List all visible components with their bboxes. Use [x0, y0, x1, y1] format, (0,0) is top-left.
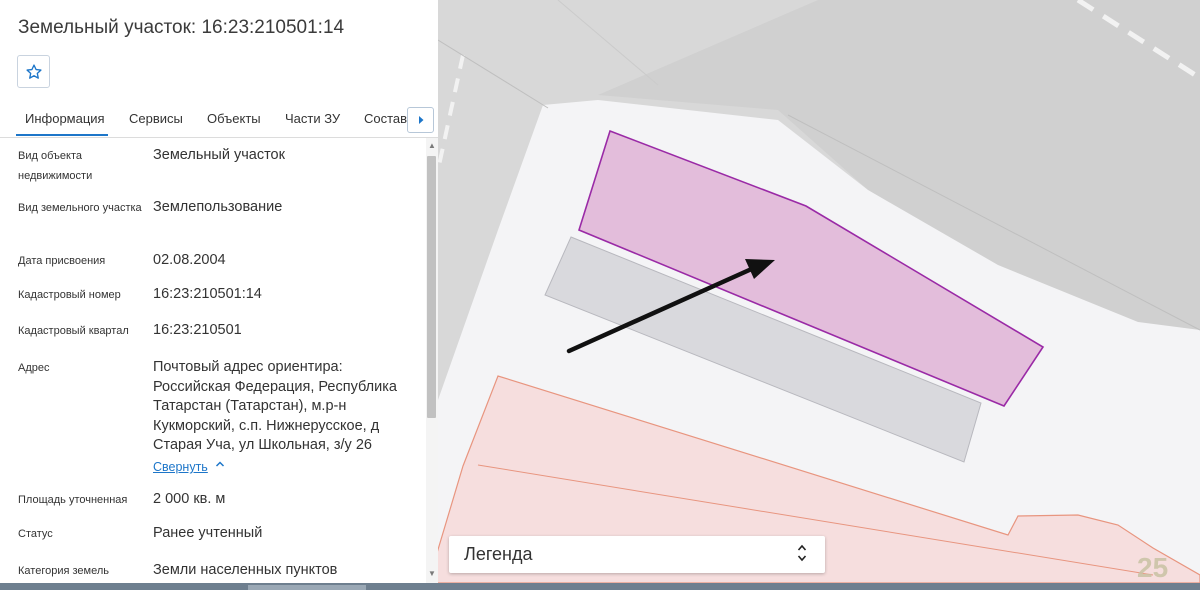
property-label: Вид объекта недвижимости [18, 150, 93, 182]
caret-right-icon [418, 116, 423, 124]
map-view[interactable] [438, 0, 1200, 583]
info-panel: Земельный участок: 16:23:210501:14 Инфор… [0, 0, 439, 583]
tab-information[interactable]: Информация [25, 111, 105, 126]
scroll-down-arrow-icon[interactable]: ▼ [427, 569, 437, 579]
property-value: Ранее учтенный [153, 525, 263, 541]
property-label: Вид земельного участка [18, 202, 142, 214]
properties-list: Вид объекта недвижимости Земельный участ… [0, 138, 426, 583]
tab-parcel-parts[interactable]: Части ЗУ [285, 111, 340, 126]
zoom-level-badge: 25 [1137, 552, 1169, 583]
active-tab-indicator [16, 134, 108, 136]
property-value: Земли населенных пунктов [153, 562, 338, 578]
collapse-address-link[interactable]: Свернуть [153, 460, 208, 474]
property-value: 16:23:210501:14 [153, 286, 262, 302]
tab-services[interactable]: Сервисы [129, 111, 183, 126]
legend-panel[interactable]: Легенда [449, 536, 825, 573]
property-label: Адрес [18, 362, 50, 374]
property-label: Площадь уточненная [18, 494, 128, 506]
tab-objects[interactable]: Объекты [207, 111, 261, 126]
property-label: Категория земель [18, 565, 109, 577]
bottom-scrollbar[interactable] [0, 583, 1200, 590]
legend-title: Легенда [464, 544, 533, 564]
property-label: Дата присвоения [18, 255, 106, 267]
property-value: Почтовый адрес ориентира: Российская Фед… [153, 359, 397, 453]
property-value: 16:23:210501 [153, 322, 242, 338]
property-label: Кадастровый номер [18, 289, 121, 301]
chevron-up-down-icon [797, 544, 807, 562]
property-value: 2 000 кв. м [153, 491, 226, 507]
map-canvas[interactable] [438, 0, 1200, 583]
scroll-up-arrow-icon[interactable]: ▲ [427, 141, 437, 151]
property-value: Землепользование [153, 199, 283, 215]
chevron-up-icon[interactable] [215, 459, 225, 472]
tab-bar: Информация Сервисы Объекты Части ЗУ Сост… [0, 100, 438, 138]
page-title: Земельный участок: 16:23:210501:14 [18, 17, 345, 38]
property-value: Земельный участок [153, 147, 285, 163]
scrollbar-thumb[interactable] [427, 156, 436, 418]
star-outline-icon [25, 63, 42, 79]
tabs-scroll-right-button[interactable] [407, 107, 434, 133]
bottom-scrollbar-thumb[interactable] [248, 585, 366, 590]
legend-expand-toggle[interactable] [797, 543, 807, 565]
tab-composition[interactable]: Состав [364, 111, 407, 126]
property-label: Кадастровый квартал [18, 325, 129, 337]
property-label: Статус [18, 528, 53, 540]
property-value: 02.08.2004 [153, 252, 226, 268]
favorite-button[interactable] [17, 55, 50, 88]
